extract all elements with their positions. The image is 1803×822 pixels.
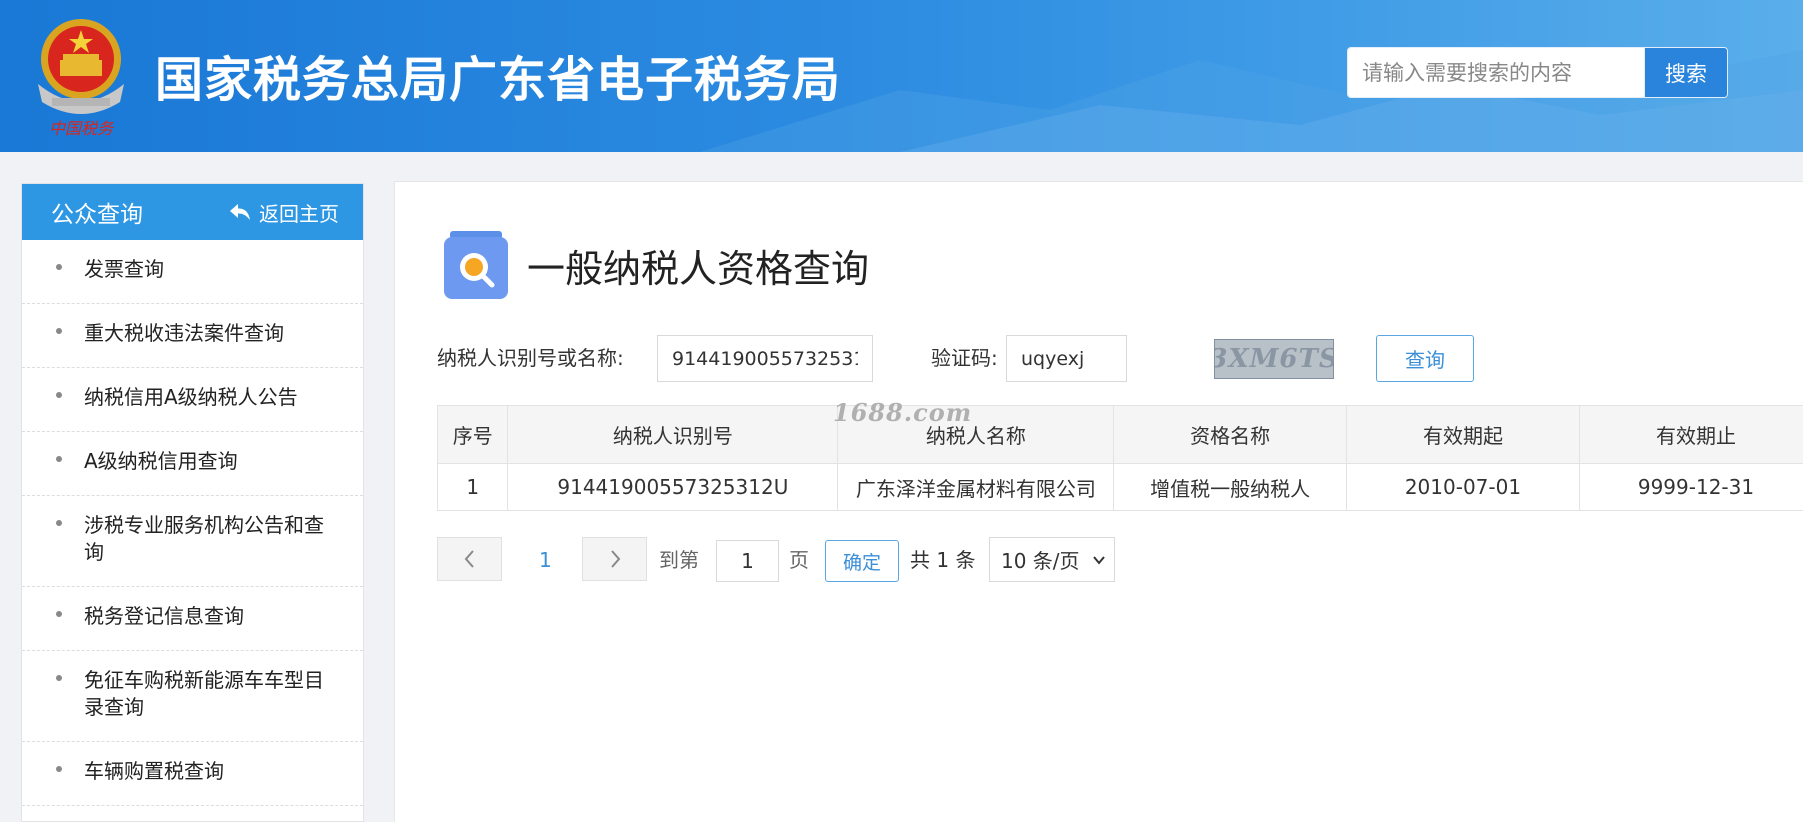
table-cell: 91441900557325312U: [507, 463, 839, 511]
sidebar-header: 公众查询 返回主页: [22, 184, 363, 240]
sidebar-item-label: 免征车购税新能源车车型目录查询: [84, 668, 324, 719]
query-form: 纳税人识别号或名称: 验证码: 3XM6TS 查询: [437, 333, 1474, 383]
site-header: 中国税务 国家税务总局广东省电子税务局 搜索: [0, 0, 1803, 152]
prev-page-button[interactable]: [437, 537, 502, 581]
page-title: 一般纳税人资格查询: [527, 247, 870, 291]
bullet-icon: [56, 611, 62, 617]
pagination: 1 到第 页 确定 共 1 条 10 条/页: [437, 537, 1157, 582]
search-input[interactable]: [1348, 48, 1644, 97]
chevron-left-icon: [464, 550, 474, 568]
site-search: 搜索: [1347, 47, 1728, 98]
table-cell: 广东泽洋金属材料有限公司: [837, 463, 1115, 511]
sidebar-item-invoice-query[interactable]: 发票查询: [22, 240, 363, 304]
column-header: 序号: [436, 405, 509, 464]
table-cell: 9999-12-31: [1578, 463, 1803, 511]
page-size-select[interactable]: 10 条/页: [989, 537, 1115, 582]
goto-page-input[interactable]: [716, 540, 779, 582]
results-table: 序号 纳税人识别号 纳税人名称 资格名称 有效期起 有效期止 1 9144190…: [436, 405, 1803, 511]
column-header: 有效期止: [1578, 405, 1803, 464]
sidebar-item-a-credit-announcement[interactable]: 纳税信用A级纳税人公告: [22, 368, 363, 432]
bullet-icon: [56, 766, 62, 772]
sidebar-item-label: 车辆购置税查询: [84, 759, 224, 783]
bullet-icon: [56, 520, 62, 526]
page-size-value: 10 条/页: [1001, 549, 1080, 573]
sidebar-item-label: 重大税收违法案件查询: [84, 321, 284, 345]
sidebar-item-registration-info[interactable]: 税务登记信息查询: [22, 587, 363, 651]
bullet-icon: [56, 392, 62, 398]
sidebar-item-label: 税务登记信息查询: [84, 604, 244, 628]
column-header: 纳税人识别号: [507, 405, 839, 464]
sidebar-item-label: 纳税信用A级纳税人公告: [84, 385, 298, 409]
bullet-icon: [56, 456, 62, 462]
chevron-down-icon: [1093, 556, 1105, 565]
main-panel: 一般纳税人资格查询 纳税人识别号或名称: 验证码: 3XM6TS 查询 序号 纳…: [394, 181, 1803, 822]
bullet-icon: [56, 264, 62, 270]
table-cell: 2010-07-01: [1345, 463, 1580, 511]
table-cell: 增值税一般纳税人: [1113, 463, 1347, 511]
total-count: 共 1 条: [910, 548, 976, 572]
sidebar-item-label: A级纳税信用查询: [84, 449, 238, 473]
captcha-text: 3XM6TS: [1214, 344, 1334, 374]
sidebar-item-tax-service-agencies[interactable]: 涉税专业服务机构公告和查询: [22, 496, 363, 587]
sidebar-title: 公众查询: [51, 202, 143, 228]
back-home-label: 返回主页: [259, 201, 339, 226]
goto-label: 到第: [659, 548, 699, 572]
table-row: 1 91441900557325312U 广东泽洋金属材料有限公司 增值税一般纳…: [436, 463, 1803, 511]
bullet-icon: [56, 328, 62, 334]
sidebar: 公众查询 返回主页 发票查询 重大税收违法案件查询 纳税信用A级纳税人公告 A级…: [21, 183, 364, 822]
captcha-label: 验证码:: [931, 346, 998, 370]
sidebar-item-label: 发票查询: [84, 257, 164, 281]
sidebar-item-label: 涉税专业服务机构公告和查询: [84, 513, 324, 564]
goto-confirm-button[interactable]: 确定: [825, 540, 899, 582]
column-header: 资格名称: [1113, 405, 1347, 464]
site-title: 国家税务总局广东省电子税务局: [155, 52, 842, 108]
search-document-icon: [444, 231, 508, 299]
bullet-icon: [56, 675, 62, 681]
svg-text:中国税务: 中国税务: [49, 119, 115, 138]
chevron-right-icon: [610, 550, 620, 568]
column-header: 有效期起: [1345, 405, 1580, 464]
search-button[interactable]: 搜索: [1644, 48, 1727, 97]
sidebar-item-a-credit-query[interactable]: A级纳税信用查询: [22, 432, 363, 496]
table-header-row: 序号 纳税人识别号 纳税人名称 资格名称 有效期起 有效期止: [436, 405, 1803, 464]
query-button[interactable]: 查询: [1376, 335, 1474, 382]
taxpayer-id-input[interactable]: [657, 335, 873, 382]
table-cell: 1: [436, 463, 509, 511]
sidebar-item-nev-catalog[interactable]: 免征车购税新能源车车型目录查询: [22, 651, 363, 742]
return-arrow-icon: [230, 204, 250, 220]
tax-emblem-logo: 中国税务: [38, 19, 124, 138]
sidebar-item-violation-cases[interactable]: 重大税收违法案件查询: [22, 304, 363, 368]
taxpayer-label: 纳税人识别号或名称:: [437, 346, 624, 370]
page-unit-label: 页: [789, 548, 809, 572]
captcha-image[interactable]: 3XM6TS: [1214, 339, 1334, 379]
page-number-current[interactable]: 1: [539, 537, 552, 583]
captcha-input[interactable]: [1006, 335, 1127, 382]
back-home-link[interactable]: 返回主页: [229, 198, 339, 227]
next-page-button[interactable]: [582, 537, 647, 581]
watermark: 1688.com: [833, 398, 973, 427]
sidebar-item-vehicle-purchase-tax[interactable]: 车辆购置税查询: [22, 742, 363, 806]
